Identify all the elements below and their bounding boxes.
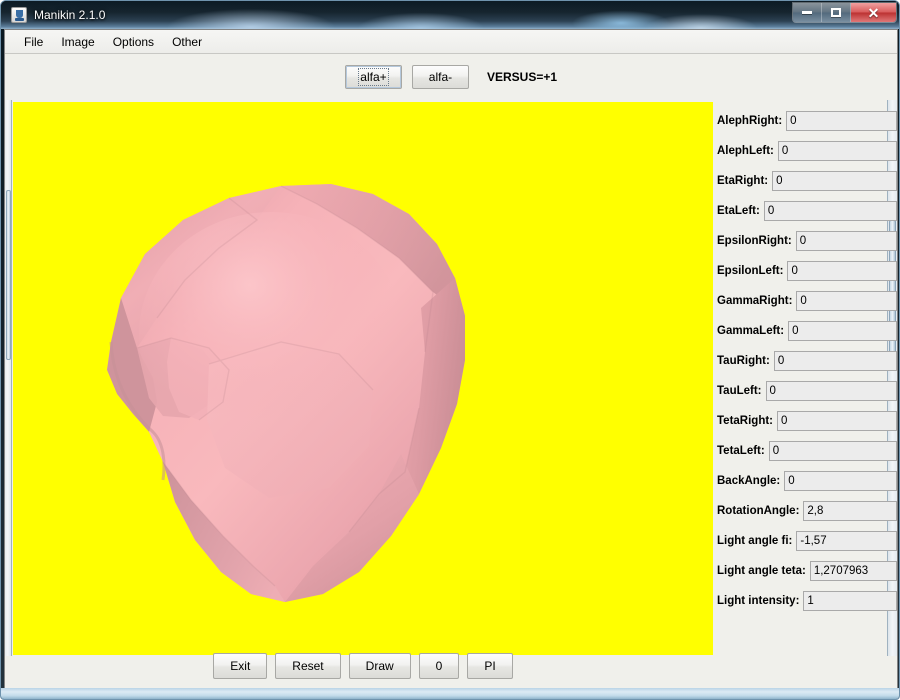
menu-item-image[interactable]: Image bbox=[52, 32, 103, 52]
param-field-backangle[interactable]: 0 bbox=[784, 471, 897, 491]
param-row-epsilonright: EpsilonRight: 0 bbox=[717, 226, 897, 256]
left-scrollbar-thumb[interactable] bbox=[6, 190, 11, 360]
pi-button-label: PI bbox=[484, 659, 495, 673]
draw-button[interactable]: Draw bbox=[349, 653, 411, 679]
param-label-alephleft: AlephLeft: bbox=[717, 145, 774, 157]
param-label-lightintensity: Light intensity: bbox=[717, 595, 799, 607]
param-row-tauleft: TauLeft: 0 bbox=[717, 376, 897, 406]
param-label-lightangleteta: Light angle teta: bbox=[717, 565, 806, 577]
param-row-lightintensity: Light intensity: 1 bbox=[717, 586, 897, 616]
param-label-tetaright: TetaRight: bbox=[717, 415, 773, 427]
menu-item-file[interactable]: File bbox=[15, 32, 52, 52]
param-label-tauright: TauRight: bbox=[717, 355, 770, 367]
minimize-icon bbox=[802, 11, 812, 14]
title-bar-left: Manikin 2.1.0 bbox=[11, 6, 105, 24]
client-area: File Image Options Other alfa+ alfa- VER… bbox=[4, 29, 898, 689]
application-window: Manikin 2.1.0 ✕ File Image Options Other bbox=[0, 0, 900, 700]
param-label-gammaleft: GammaLeft: bbox=[717, 325, 784, 337]
param-field-gammaright[interactable]: 0 bbox=[796, 291, 897, 311]
param-label-tauleft: TauLeft: bbox=[717, 385, 762, 397]
param-field-gammaleft[interactable]: 0 bbox=[788, 321, 897, 341]
zero-button[interactable]: 0 bbox=[419, 653, 460, 679]
param-field-etaleft[interactable]: 0 bbox=[764, 201, 897, 221]
param-row-epsilonleft: EpsilonLeft: 0 bbox=[717, 256, 897, 286]
exit-button[interactable]: Exit bbox=[213, 653, 267, 679]
param-field-lightangleteta[interactable]: 1,2707963 bbox=[810, 561, 897, 581]
param-field-alephleft[interactable]: 0 bbox=[778, 141, 897, 161]
param-label-epsilonright: EpsilonRight: bbox=[717, 235, 792, 247]
draw-button-label: Draw bbox=[366, 659, 394, 673]
menu-bar: File Image Options Other bbox=[5, 30, 897, 54]
param-label-etaleft: EtaLeft: bbox=[717, 205, 760, 217]
param-row-tetaleft: TetaLeft: 0 bbox=[717, 436, 897, 466]
param-field-lightintensity[interactable]: 1 bbox=[803, 591, 897, 611]
param-label-tetaleft: TetaLeft: bbox=[717, 445, 765, 457]
alfa-toolbar: alfa+ alfa- VERSUS=+1 bbox=[5, 55, 897, 99]
window-title: Manikin 2.1.0 bbox=[34, 8, 105, 22]
minimize-button[interactable] bbox=[793, 3, 822, 22]
reset-button[interactable]: Reset bbox=[275, 653, 340, 679]
alfa-plus-button[interactable]: alfa+ bbox=[345, 65, 402, 89]
param-label-etaright: EtaRight: bbox=[717, 175, 768, 187]
window-controls: ✕ bbox=[792, 2, 897, 23]
window-bottom-frame bbox=[1, 688, 900, 699]
specular-highlight bbox=[139, 212, 403, 456]
render-canvas[interactable] bbox=[13, 102, 713, 655]
menu-item-other[interactable]: Other bbox=[163, 32, 211, 52]
menu-item-options[interactable]: Options bbox=[104, 32, 163, 52]
param-field-tauright[interactable]: 0 bbox=[774, 351, 897, 371]
manikin-head-render bbox=[13, 102, 713, 655]
param-label-backangle: BackAngle: bbox=[717, 475, 780, 487]
close-button[interactable]: ✕ bbox=[851, 3, 896, 22]
param-field-tetaleft[interactable]: 0 bbox=[769, 441, 897, 461]
param-row-backangle: BackAngle: 0 bbox=[717, 466, 897, 496]
param-row-gammaright: GammaRight: 0 bbox=[717, 286, 897, 316]
param-field-rotationangle[interactable]: 2,8 bbox=[803, 501, 897, 521]
param-row-gammaleft: GammaLeft: 0 bbox=[717, 316, 897, 346]
param-label-rotationangle: RotationAngle: bbox=[717, 505, 799, 517]
param-field-tetaright[interactable]: 0 bbox=[777, 411, 897, 431]
param-field-tauleft[interactable]: 0 bbox=[766, 381, 897, 401]
param-row-lightanglefi: Light angle fi: -1,57 bbox=[717, 526, 897, 556]
alfa-minus-label: alfa- bbox=[429, 70, 452, 84]
bottom-button-bar: Exit Reset Draw 0 PI bbox=[13, 650, 713, 682]
title-bar[interactable]: Manikin 2.1.0 ✕ bbox=[1, 1, 900, 29]
param-field-alephright[interactable]: 0 bbox=[786, 111, 897, 131]
param-row-tauright: TauRight: 0 bbox=[717, 346, 897, 376]
param-field-lightanglefi[interactable]: -1,57 bbox=[796, 531, 897, 551]
zero-button-label: 0 bbox=[436, 659, 443, 673]
alfa-minus-button[interactable]: alfa- bbox=[412, 65, 469, 89]
reset-button-label: Reset bbox=[292, 659, 323, 673]
param-label-lightanglefi: Light angle fi: bbox=[717, 535, 792, 547]
param-field-epsilonright[interactable]: 0 bbox=[796, 231, 897, 251]
param-row-alephleft: AlephLeft: 0 bbox=[717, 136, 897, 166]
alfa-plus-label: alfa+ bbox=[360, 70, 386, 84]
param-row-etaleft: EtaLeft: 0 bbox=[717, 196, 897, 226]
exit-button-label: Exit bbox=[230, 659, 250, 673]
java-coffee-cup-icon bbox=[11, 7, 27, 23]
left-scrollbar[interactable] bbox=[5, 100, 12, 656]
param-row-etaright: EtaRight: 0 bbox=[717, 166, 897, 196]
param-label-epsilonleft: EpsilonLeft: bbox=[717, 265, 783, 277]
maximize-icon bbox=[831, 8, 841, 17]
param-label-alephright: AlephRight: bbox=[717, 115, 782, 127]
param-row-alephright: AlephRight: 0 bbox=[717, 106, 897, 136]
param-row-tetaright: TetaRight: 0 bbox=[717, 406, 897, 436]
pi-button[interactable]: PI bbox=[467, 653, 512, 679]
param-field-epsilonleft[interactable]: 0 bbox=[787, 261, 897, 281]
param-field-etaright[interactable]: 0 bbox=[772, 171, 897, 191]
head-mesh bbox=[99, 184, 465, 602]
param-row-lightangleteta: Light angle teta: 1,2707963 bbox=[717, 556, 897, 586]
versus-status-label: VERSUS=+1 bbox=[487, 70, 557, 84]
parameter-panel: AlephRight: 0 AlephLeft: 0 EtaRight: 0 E… bbox=[717, 106, 897, 616]
maximize-button[interactable] bbox=[822, 3, 851, 22]
close-icon: ✕ bbox=[868, 6, 880, 20]
param-row-rotationangle: RotationAngle: 2,8 bbox=[717, 496, 897, 526]
param-label-gammaright: GammaRight: bbox=[717, 295, 792, 307]
